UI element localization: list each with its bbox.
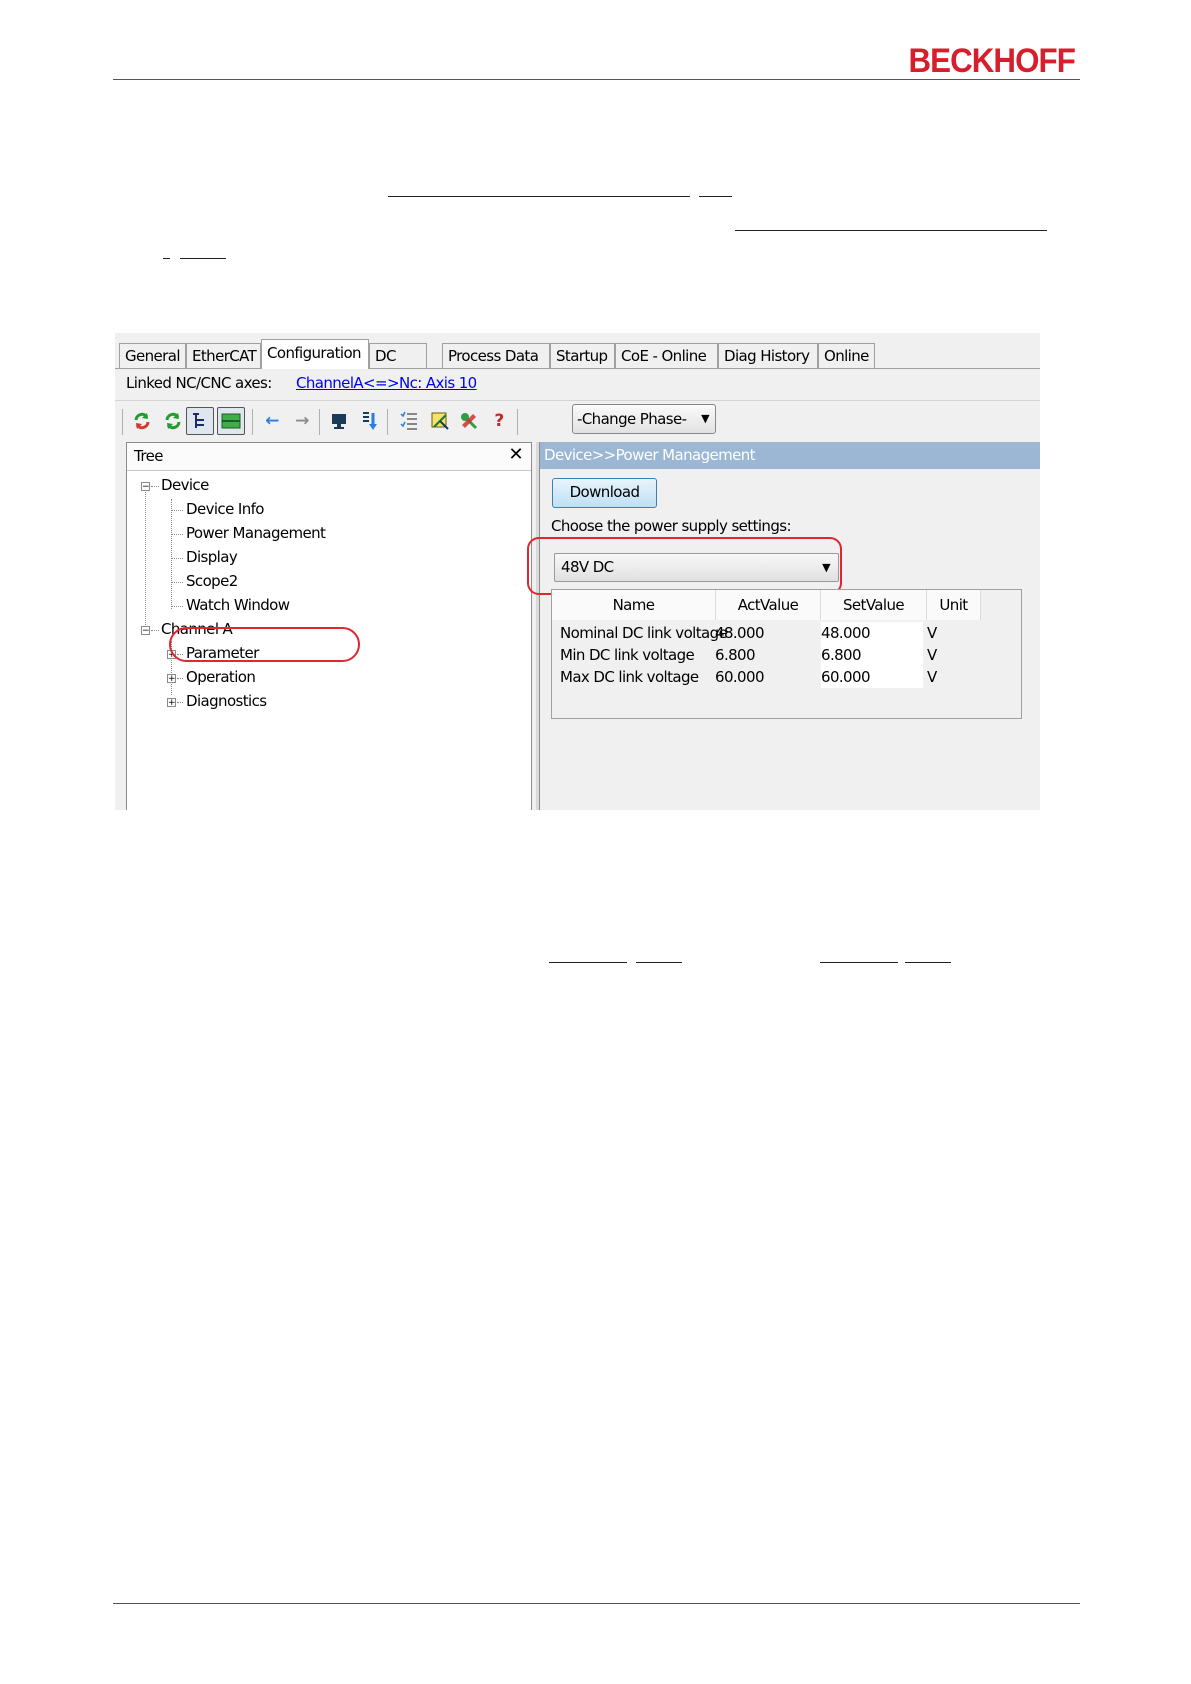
table-cell-actvalue: 60.000: [715, 668, 764, 686]
change-phase-value: -Change Phase-: [577, 410, 687, 428]
tab-coe-online[interactable]: CoE - Online: [615, 343, 718, 368]
forward-arrow-icon[interactable]: →: [290, 409, 314, 433]
doc-link-underline[interactable]: [905, 962, 951, 963]
beckhoff-logo: BECKHOFF: [908, 42, 1076, 80]
tree-header: Tree ✕: [127, 443, 531, 471]
doc-link-underline[interactable]: [820, 962, 898, 963]
tree-connector: [171, 558, 183, 559]
doc-link-underline[interactable]: [735, 230, 1047, 231]
tree-connector: [171, 510, 183, 511]
setvalue-input[interactable]: 48.000: [821, 622, 923, 644]
doc-link-underline[interactable]: [388, 196, 690, 197]
tab-general[interactable]: General: [119, 343, 186, 368]
toolbar-separator: [122, 409, 123, 435]
tree-connector: [171, 606, 183, 607]
tree-connector: [171, 582, 183, 583]
toolbar-separator: [319, 409, 320, 435]
tab-startup[interactable]: Startup: [550, 343, 615, 368]
collapse-toggle-icon[interactable]: −: [141, 482, 150, 492]
table-cell-unit: V: [927, 668, 937, 686]
column-header-setvalue[interactable]: SetValue: [821, 590, 927, 620]
doc-link-underline[interactable]: [636, 962, 682, 963]
linked-axes-link[interactable]: ChannelA<=>Nc: Axis 10: [296, 374, 477, 392]
reload-icon[interactable]: [161, 409, 185, 433]
tree-node-diagnostics[interactable]: Diagnostics: [186, 692, 267, 710]
list-view-toggle-icon[interactable]: [217, 407, 245, 435]
toolbar-divider: [115, 400, 1040, 401]
doc-link-underline[interactable]: [549, 962, 627, 963]
tree-pane: Tree ✕ − Device Device Info Power Manage…: [126, 442, 532, 810]
tree-connector: [171, 534, 183, 535]
close-icon[interactable]: ✕: [509, 444, 524, 465]
tab-dc[interactable]: DC: [369, 343, 427, 368]
setvalue-input[interactable]: 6.800: [821, 644, 923, 666]
change-phase-select[interactable]: -Change Phase- ▼: [572, 404, 716, 434]
table-cell-actvalue: 6.800: [715, 646, 756, 664]
tree-node-operation[interactable]: Operation: [186, 668, 256, 686]
table-cell-name: Nominal DC link voltage: [560, 624, 728, 642]
tree-node-scope2[interactable]: Scope2: [186, 572, 238, 590]
pane-title: Device>>Power Management: [544, 446, 756, 464]
power-supply-label: Choose the power supply settings:: [551, 517, 792, 535]
power-settings-table: Name ActValue SetValue Unit Nominal DC l…: [551, 589, 1022, 719]
tree-connector: [145, 490, 146, 635]
doc-link-underline[interactable]: [699, 196, 732, 197]
tree-title: Tree: [134, 447, 163, 465]
toolbar-separator: [387, 409, 388, 435]
tree-connector: [177, 678, 183, 679]
tree-node-device-info[interactable]: Device Info: [186, 500, 264, 518]
tools-icon[interactable]: [457, 409, 481, 433]
reload-green-icon[interactable]: [130, 409, 154, 433]
back-arrow-icon[interactable]: ←: [260, 409, 284, 433]
toolbar-separator: [252, 409, 253, 435]
collapse-toggle-icon[interactable]: −: [141, 626, 150, 636]
doc-link-underline[interactable]: [163, 258, 170, 259]
footer-rule: [113, 1603, 1080, 1604]
tree-connector: [177, 702, 183, 703]
header-rule: [113, 79, 1080, 80]
setvalue-input[interactable]: 60.000: [821, 666, 923, 688]
tree-node-device[interactable]: Device: [161, 476, 209, 494]
tree-connector: [151, 486, 159, 487]
column-header-actvalue[interactable]: ActValue: [716, 590, 821, 620]
chevron-down-icon: ▼: [701, 412, 709, 425]
highlight-marker: [169, 627, 360, 662]
tree-node-watch-window[interactable]: Watch Window: [186, 596, 290, 614]
expand-toggle-icon[interactable]: +: [167, 698, 176, 708]
power-management-pane: Device>>Power Management Download Choose…: [527, 442, 1040, 810]
download-arrow-icon[interactable]: [357, 409, 381, 433]
expand-toggle-icon[interactable]: +: [167, 674, 176, 684]
wizard-icon[interactable]: [428, 409, 452, 433]
table-cell-name: Min DC link voltage: [560, 646, 695, 664]
pane-header: Device>>Power Management: [540, 442, 1040, 469]
column-header-name[interactable]: Name: [552, 590, 716, 620]
tree-node-power-management[interactable]: Power Management: [186, 524, 326, 542]
linked-axes-label: Linked NC/CNC axes:: [126, 374, 272, 392]
tree-node-display[interactable]: Display: [186, 548, 238, 566]
tab-configuration[interactable]: Configuration: [261, 339, 369, 369]
toolbar-separator: [517, 409, 518, 435]
tree-connector: [151, 630, 159, 631]
highlight-marker: [527, 537, 842, 595]
table-cell-name: Max DC link voltage: [560, 668, 699, 686]
tab-strip-border: [115, 368, 1040, 369]
tab-process-data[interactable]: Process Data: [442, 343, 550, 368]
table-cell-unit: V: [927, 646, 937, 664]
table-cell-unit: V: [927, 624, 937, 642]
column-header-unit[interactable]: Unit: [927, 590, 981, 620]
download-button[interactable]: Download: [552, 478, 657, 508]
tab-online[interactable]: Online: [818, 343, 875, 368]
checklist-icon[interactable]: [397, 409, 421, 433]
tree-view-toggle-icon[interactable]: [186, 407, 214, 435]
help-icon[interactable]: ?: [487, 409, 511, 433]
doc-link-underline[interactable]: [180, 258, 226, 259]
tab-diag-history[interactable]: Diag History: [718, 343, 818, 368]
twincat-config-window: General EtherCAT Configuration DC Proces…: [115, 333, 1040, 810]
monitor-icon[interactable]: [327, 409, 351, 433]
tree-connector: [171, 499, 172, 609]
table-cell-actvalue: 48.000: [715, 624, 764, 642]
tab-ethercat[interactable]: EtherCAT: [186, 343, 261, 368]
